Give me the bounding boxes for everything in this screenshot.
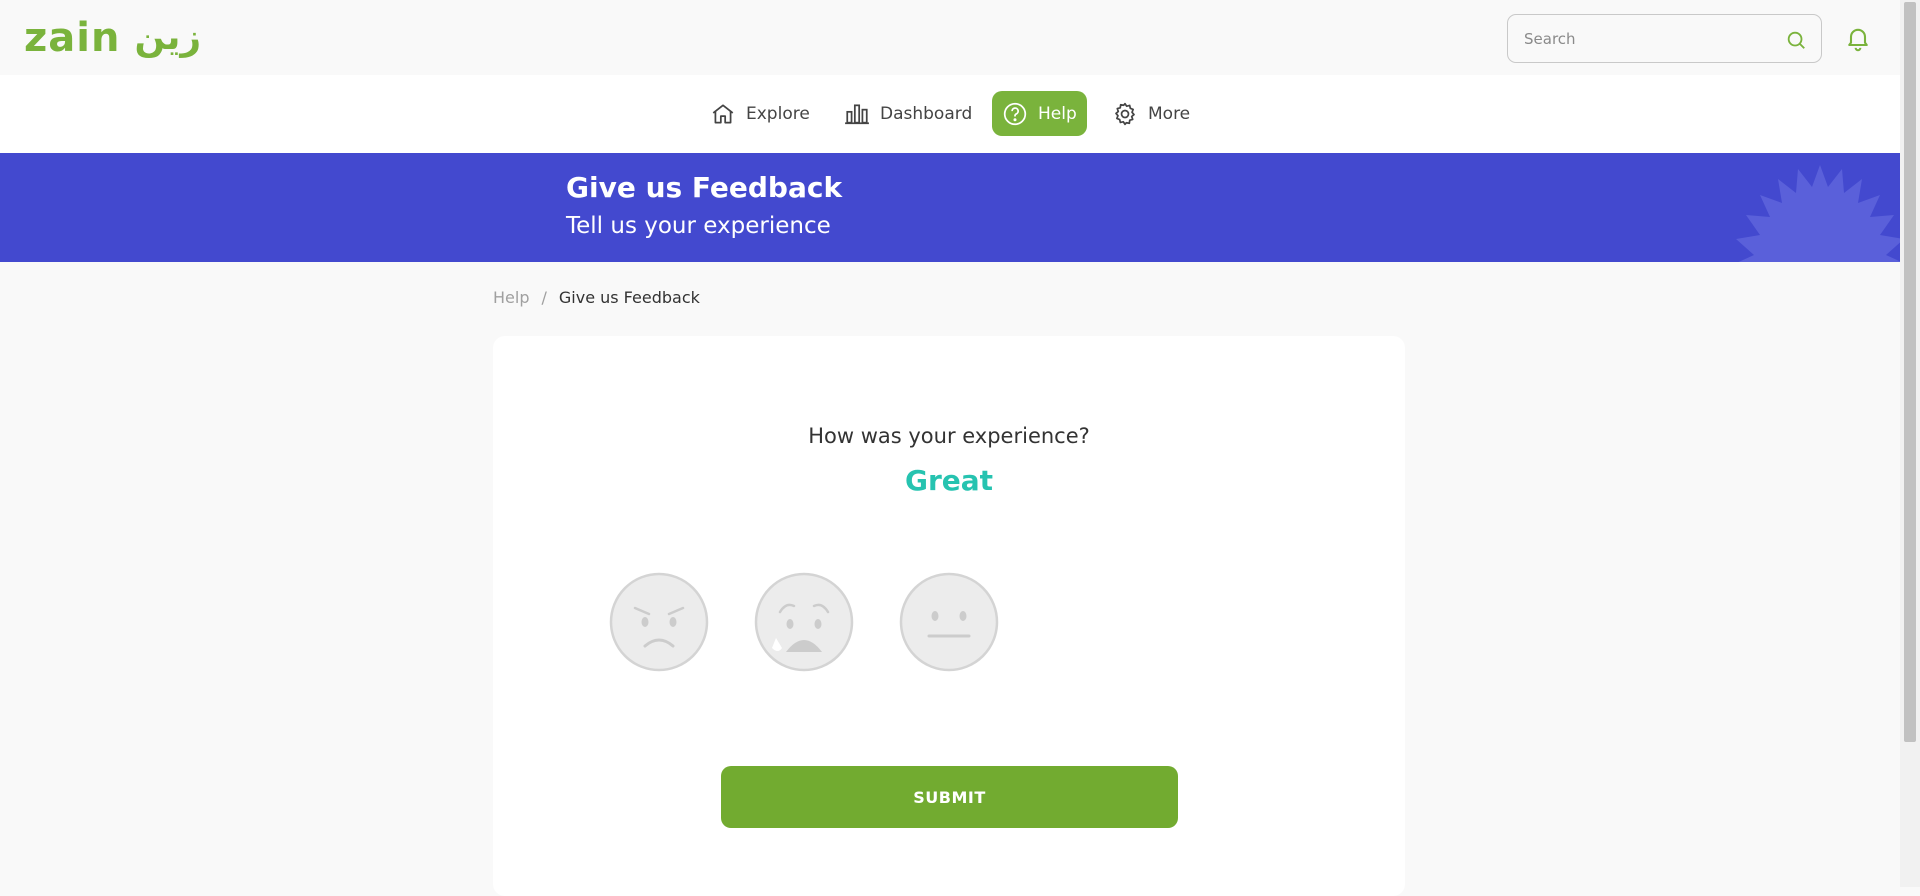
nav-item-help[interactable]: Help	[992, 91, 1087, 136]
main-nav: Explore Dashboard Help More	[0, 75, 1900, 153]
angry-face-icon[interactable]	[609, 572, 709, 672]
zain-logo[interactable]: zain زين	[24, 16, 201, 60]
nav-label-help: Help	[1038, 103, 1077, 124]
breadcrumb-separator: /	[541, 288, 547, 307]
gear-icon	[1115, 102, 1135, 125]
nav-item-more[interactable]: More	[1102, 91, 1200, 136]
crying-face-icon[interactable]	[754, 572, 854, 672]
breadcrumb: Help / Give us Feedback	[493, 288, 700, 307]
page-banner: Give us Feedback Tell us your experience	[0, 153, 1900, 262]
feedback-question: How was your experience?	[808, 424, 1090, 448]
bell-icon[interactable]	[1844, 24, 1872, 52]
nav-item-dashboard[interactable]: Dashboard	[834, 91, 982, 136]
logo-arabic-text: زين	[134, 17, 202, 58]
bar-chart-icon	[845, 103, 869, 124]
search-icon[interactable]	[1785, 29, 1807, 51]
breadcrumb-help-link[interactable]: Help	[493, 288, 529, 307]
nav-label-explore: Explore	[746, 103, 810, 124]
logo-text: zain	[24, 15, 121, 61]
starburst-decoration-icon	[1736, 165, 1900, 262]
page-scrollbar[interactable]	[1900, 0, 1920, 887]
page-subtitle: Tell us your experience	[566, 213, 831, 239]
help-circle-icon	[1003, 102, 1027, 125]
nav-label-dashboard: Dashboard	[880, 103, 973, 124]
submit-button[interactable]: SUBMIT	[721, 766, 1178, 828]
neutral-face-icon[interactable]	[899, 572, 999, 672]
scrollbar-thumb[interactable]	[1904, 2, 1916, 742]
nav-label-more: More	[1148, 103, 1191, 124]
page-title: Give us Feedback	[566, 171, 843, 204]
search-box[interactable]	[1507, 14, 1822, 63]
nav-item-explore[interactable]: Explore	[700, 91, 820, 136]
breadcrumb-current: Give us Feedback	[558, 288, 700, 307]
search-input[interactable]	[1522, 23, 1762, 54]
rating-label: Great	[904, 464, 994, 497]
home-icon	[712, 103, 734, 124]
feedback-card: How was your experience? Great SUBMIT	[493, 336, 1405, 896]
top-bar: zain زين	[0, 0, 1900, 75]
